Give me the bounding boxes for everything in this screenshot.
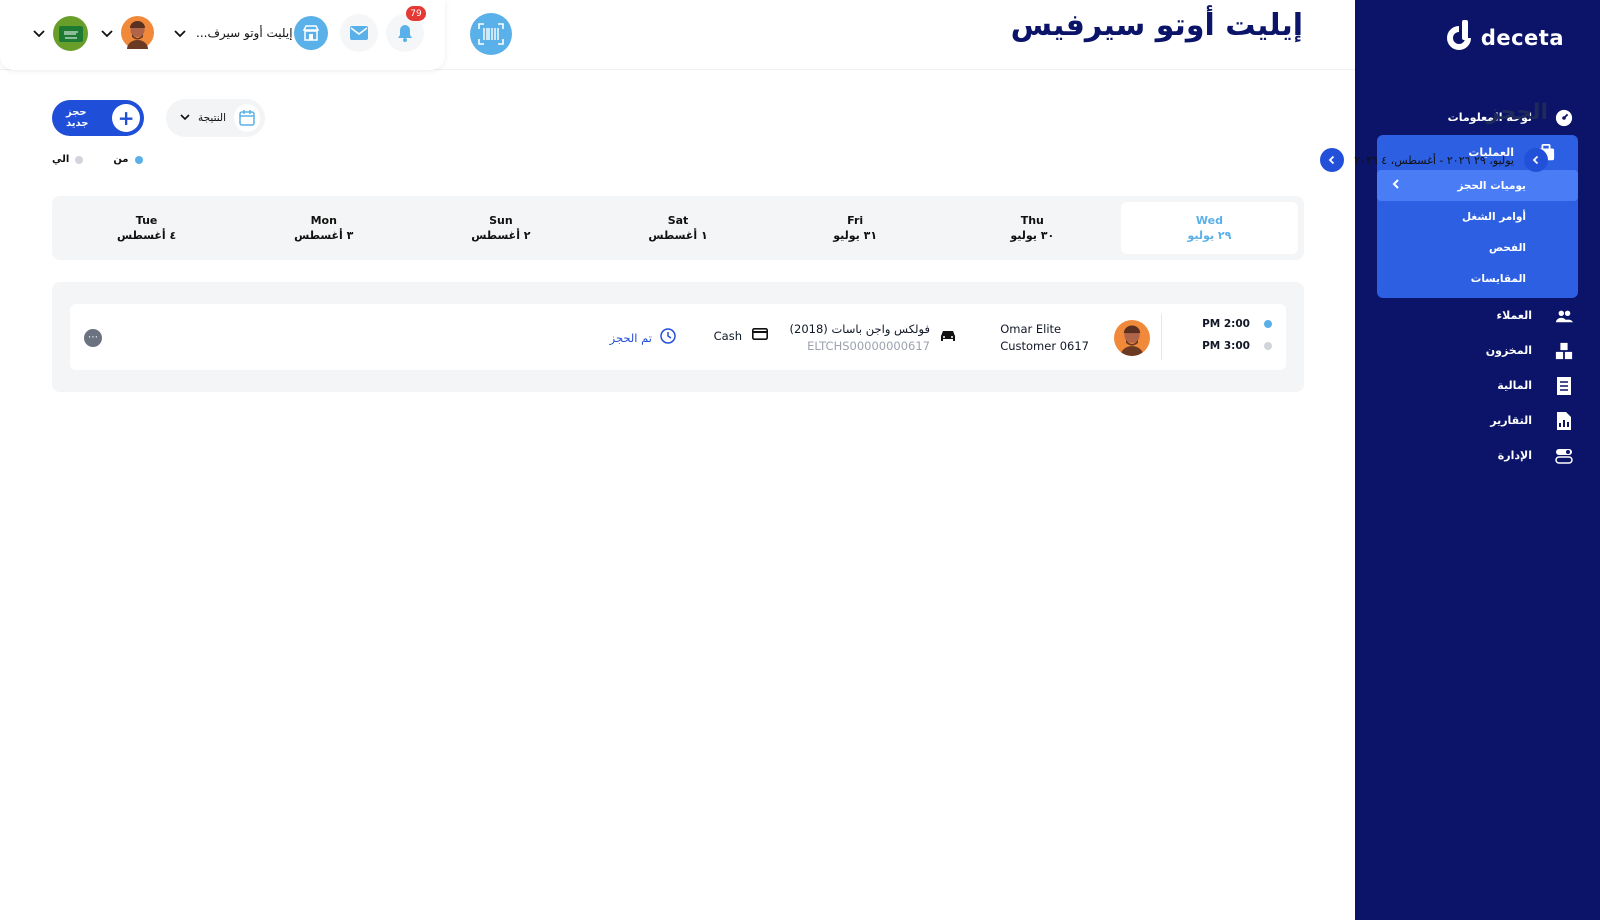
users-icon	[1554, 306, 1574, 326]
from-dot-icon	[134, 155, 143, 164]
sidebar-item-label: المالية	[1497, 379, 1532, 392]
day-tab-sat[interactable]: Sat ١ أغسطس	[589, 202, 766, 254]
clock-icon	[660, 328, 676, 347]
chevron-left-icon	[1328, 155, 1335, 165]
saudi-flag-icon[interactable]	[53, 16, 88, 51]
sidebar-item-label: المخزون	[1485, 344, 1532, 357]
barcode-scan-button[interactable]	[470, 13, 512, 55]
start-time-row: 2:00 PM	[1202, 318, 1272, 330]
sidebar-subitem-work-orders[interactable]: أوامر الشغل	[1377, 201, 1578, 232]
report-icon	[1554, 411, 1574, 431]
branch-name[interactable]: إيليت أوتو سيرف...	[196, 26, 293, 40]
sidebar-item-label: التقارير	[1490, 414, 1532, 427]
mail-button[interactable]	[340, 14, 378, 52]
date-range-navigator: يوليو، ٢٩ ٢٠٢٦ - أغسطس، ٤ ٢٠٢٦	[1320, 148, 1548, 172]
sidebar-item-reports[interactable]: التقارير	[1355, 403, 1600, 438]
legend-from: من	[113, 154, 143, 165]
prev-week-button[interactable]	[1524, 148, 1548, 172]
vehicle-name: فولكس واجن باسات (2018)	[789, 322, 930, 336]
top-bar: إيليت أوتو سيرف... 79 إيليت أوتو سيرفيس	[0, 0, 1355, 70]
booking-times: 2:00 PM 3:00 PM	[1202, 318, 1272, 352]
booking-card[interactable]: 2:00 PM 3:00 PM Omar Elite Customer 0617…	[70, 304, 1286, 370]
result-select-label: النتيجة	[198, 112, 227, 124]
sidebar-item-label: الإدارة	[1497, 449, 1532, 462]
day-tab-thu[interactable]: Thu ٣٠ يوليو	[944, 202, 1121, 254]
chevron-down-icon	[180, 112, 190, 124]
barcode-icon	[478, 23, 504, 45]
toggle-icon	[1554, 446, 1574, 466]
notification-badge: 79	[406, 6, 426, 21]
payment-label: Cash	[713, 328, 742, 343]
sidebar-subitem-label: المقايسات	[1470, 272, 1526, 285]
branch-chevron-down-icon[interactable]	[173, 27, 187, 41]
payment-method: Cash	[714, 328, 768, 343]
page-title: الحجز	[1486, 100, 1548, 125]
vehicle-info: فولكس واجن باسات (2018) ELTCHS0000000061…	[790, 321, 956, 355]
sidebar-subitem-booking-journal[interactable]: يوميات الحجز	[1377, 170, 1578, 201]
language-chevron-down-icon[interactable]	[32, 27, 46, 41]
day-tab-tue[interactable]: Tue ٤ أغسطس	[58, 202, 235, 254]
start-dot-icon	[1264, 320, 1272, 328]
chevron-left-icon	[1532, 155, 1539, 165]
day-tab-fri[interactable]: Fri ٣١ يوليو	[767, 202, 944, 254]
new-booking-button[interactable]: حجز جديد +	[52, 100, 144, 136]
sidebar-subitem-label: يوميات الحجز	[1457, 179, 1526, 192]
sidebar-item-dashboard[interactable]: لوحة المعلومات	[1355, 100, 1600, 135]
more-options-icon[interactable]: ⋯	[84, 329, 102, 347]
customer-code: Customer 0617	[1000, 339, 1089, 353]
dashboard-icon	[1554, 108, 1574, 128]
result-select[interactable]: النتيجة	[166, 99, 265, 137]
credit-card-icon	[752, 328, 768, 343]
sidebar-item-admin[interactable]: الإدارة	[1355, 438, 1600, 473]
week-day-tabs: Wed ٢٩ يوليو Thu ٣٠ يوليو Fri ٣١ يوليو Sat ١…	[52, 196, 1304, 260]
sidebar: deceta لوحة المعلومات العمليات يوميات ال…	[1355, 0, 1600, 920]
vehicle-plate: ELTCHS00000000617	[807, 339, 930, 353]
bell-icon	[398, 25, 412, 42]
to-dot-icon	[75, 155, 84, 164]
sidebar-item-finance[interactable]: المالية	[1355, 368, 1600, 403]
customer-name: Omar Elite	[1000, 322, 1062, 336]
toolbar-card: إيليت أوتو سيرف... 79	[0, 0, 445, 70]
next-week-button[interactable]	[1320, 148, 1345, 172]
sidebar-item-customers[interactable]: العملاء	[1355, 298, 1600, 333]
legend-to: الي	[52, 154, 84, 165]
user-chevron-down-icon[interactable]	[100, 27, 114, 41]
divider	[1161, 314, 1162, 360]
end-time: 3:00 PM	[1202, 340, 1250, 352]
day-tab-mon[interactable]: Mon ٣ أغسطس	[235, 202, 412, 254]
company-title: إيليت أوتو سيرفيس	[1010, 8, 1303, 43]
customer-avatar	[1114, 320, 1150, 356]
start-time: 2:00 PM	[1202, 318, 1250, 330]
plus-icon: +	[112, 104, 140, 132]
new-booking-label: حجز جديد	[66, 107, 89, 129]
sidebar-subitem-label: أوامر الشغل	[1462, 210, 1526, 223]
sidebar-item-inventory[interactable]: المخزون	[1355, 333, 1600, 368]
user-avatar[interactable]	[121, 16, 154, 49]
end-dot-icon	[1264, 342, 1272, 350]
logo-text: deceta	[1480, 26, 1564, 50]
day-tab-sun[interactable]: Sun ٢ أغسطس	[412, 202, 589, 254]
booking-status: تم الحجز	[610, 328, 676, 347]
logo-mark-icon	[1446, 20, 1473, 56]
date-range-label: يوليو، ٢٩ ٢٠٢٦ - أغسطس، ٤ ٢٠٢٦	[1354, 153, 1514, 167]
logo[interactable]: deceta	[1446, 20, 1564, 56]
customer-info[interactable]: Omar Elite Customer 0617	[1000, 321, 1089, 355]
sidebar-subitem-estimates[interactable]: المقايسات	[1377, 263, 1578, 294]
end-time-row: 3:00 PM	[1202, 340, 1272, 352]
store-icon[interactable]	[294, 16, 328, 50]
calendar-icon	[234, 104, 260, 132]
sidebar-subitem-inspection[interactable]: الفحص	[1377, 232, 1578, 263]
time-legend: من الي	[52, 154, 143, 165]
inventory-icon	[1554, 341, 1574, 361]
car-icon	[940, 321, 956, 347]
day-tab-wed[interactable]: Wed ٢٩ يوليو	[1120, 202, 1298, 254]
app-root: deceta لوحة المعلومات العمليات يوميات ال…	[0, 0, 1600, 920]
sidebar-subitem-label: الفحص	[1489, 241, 1526, 254]
envelope-icon	[350, 26, 368, 40]
receipt-icon	[1554, 376, 1574, 396]
bookings-list: 2:00 PM 3:00 PM Omar Elite Customer 0617…	[52, 282, 1304, 392]
chevron-left-icon	[1391, 179, 1401, 192]
status-label: تم الحجز	[609, 330, 652, 345]
sidebar-item-label: العملاء	[1496, 309, 1532, 322]
